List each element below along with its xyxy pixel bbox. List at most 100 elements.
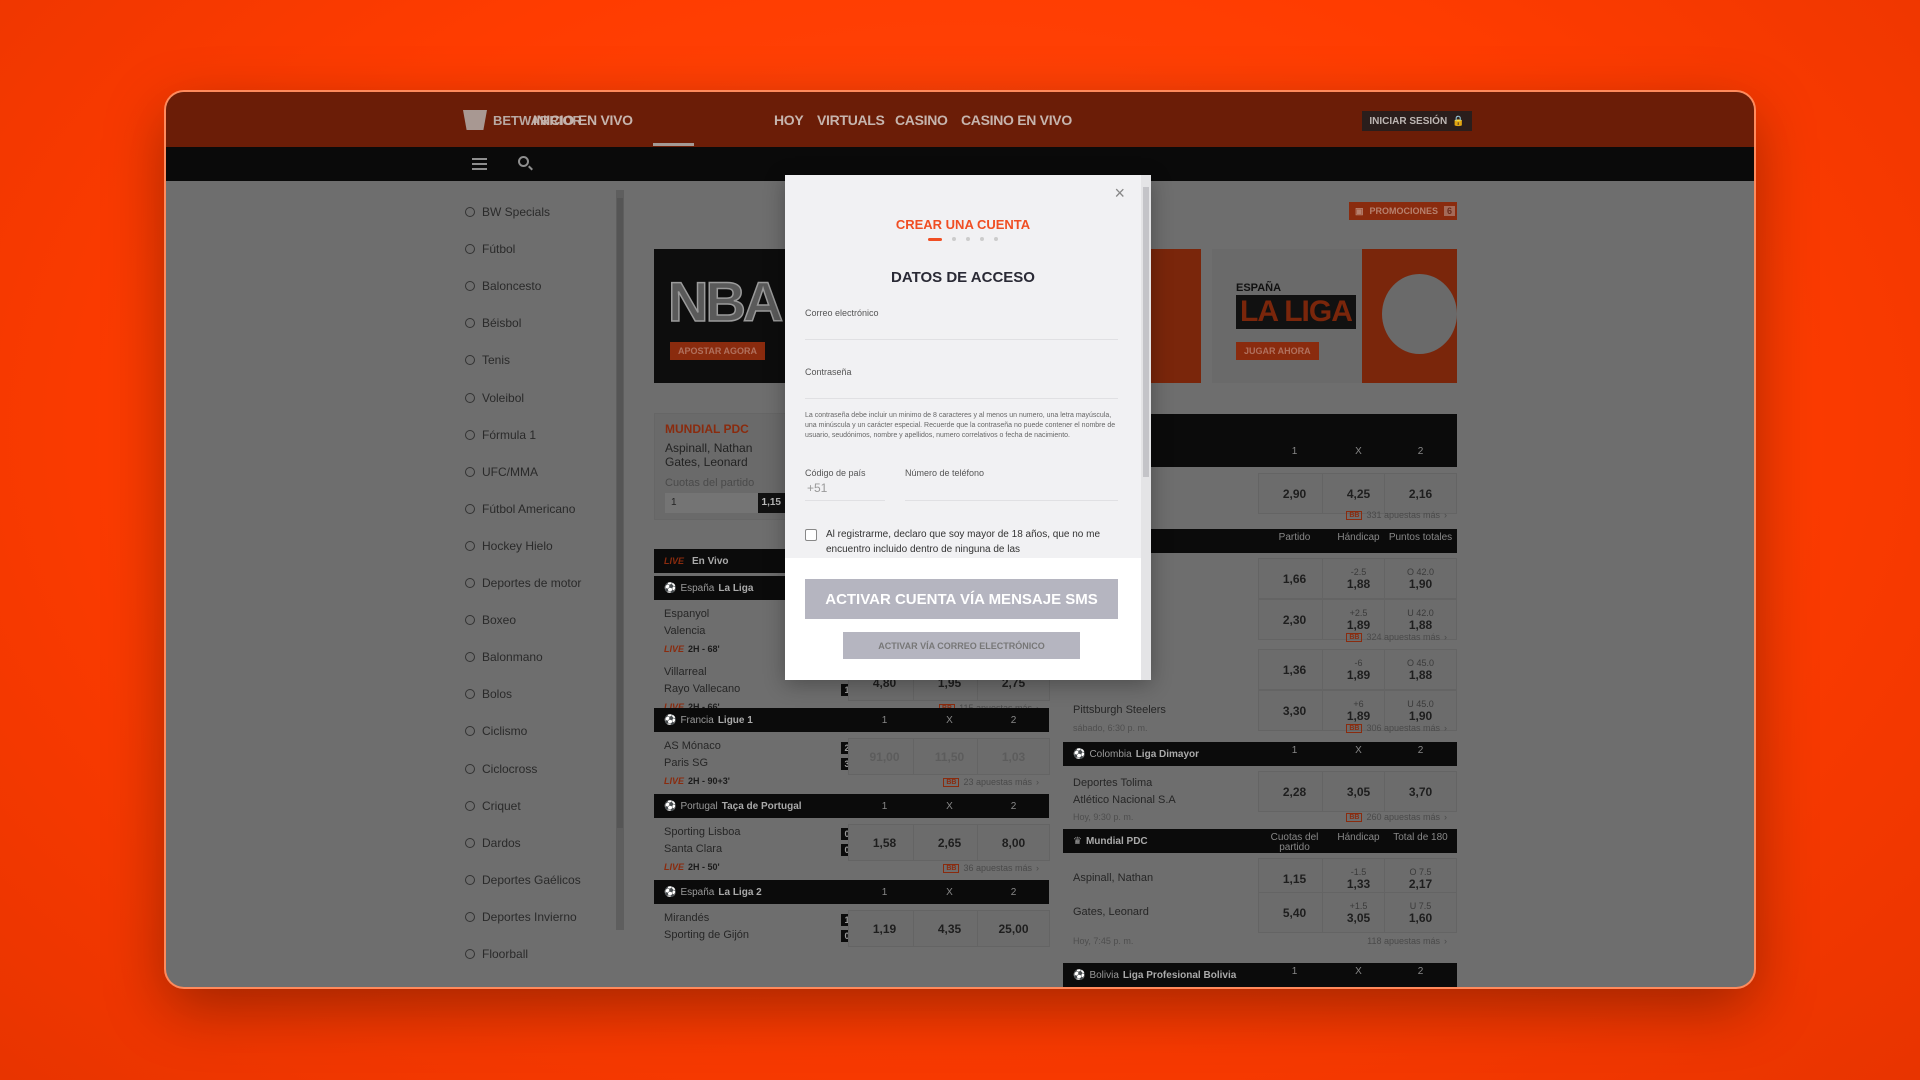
terms-text: Al registrarme, declaro que soy mayor de… <box>826 529 1101 555</box>
league-header[interactable]: ⚽ Colombia Liga Dimayor 1 X 2 <box>1063 742 1457 766</box>
league-name: Mundial PDC <box>1085 835 1148 847</box>
nba-banner[interactable]: NBA APOSTAR AGORA <box>654 249 794 383</box>
odds-button[interactable]: 2,28 <box>1258 771 1331 812</box>
nav-casino-en-vivo[interactable]: CASINO EN VIVO <box>961 112 1072 128</box>
sport-icon <box>465 911 475 922</box>
sidebar-item[interactable]: Criquet <box>465 799 521 813</box>
sport-icon <box>465 578 475 588</box>
password-input[interactable] <box>805 379 1118 399</box>
phone-input[interactable] <box>905 481 1118 501</box>
odds-button[interactable]: 1,19 <box>848 910 921 947</box>
terms-checkbox[interactable] <box>805 529 817 541</box>
sidebar-item[interactable]: Floorball <box>465 947 528 961</box>
odds-button[interactable]: 5,40 <box>1258 892 1331 933</box>
promo-count: 6 <box>1444 206 1456 216</box>
close-icon[interactable]: × <box>1114 183 1125 204</box>
more-bets-link[interactable]: BB 260 apuestas más › <box>1063 812 1447 822</box>
league-header[interactable]: ⚽ España La Liga 2 1 X 2 <box>654 880 1049 904</box>
sidebar-item[interactable]: Deportes Invierno <box>465 910 577 924</box>
sidebar-item[interactable]: Bolos <box>465 687 512 701</box>
sidebar-item-label: Baloncesto <box>482 279 542 294</box>
activate-email-button[interactable]: ACTIVAR VÍA CORREO ELECTRÓNICO <box>843 632 1080 659</box>
line-value: O 42.0 <box>1406 566 1435 577</box>
activate-sms-button[interactable]: ACTIVAR CUENTA VÍA MENSAJE SMS <box>805 579 1118 619</box>
league-header[interactable]: ♛ Mundial PDC Cuotas del partido Hándicap To… <box>1063 829 1457 853</box>
sidebar-item-label: Béisbol <box>482 316 522 331</box>
nav-en-vivo[interactable]: EN VIVO <box>578 112 633 128</box>
odd-value: 5,40 <box>1282 905 1307 920</box>
apostar-ahora-button[interactable]: APOSTAR AGORA <box>670 342 766 360</box>
email-input[interactable] <box>805 320 1118 340</box>
odds-button[interactable]: O 45.0 1,88 <box>1384 649 1457 690</box>
sidebar-item[interactable]: BW Specials <box>465 205 550 219</box>
more-bets-link[interactable]: 118 apuestas más › <box>1063 936 1447 946</box>
sidebar-item[interactable]: Béisbol <box>465 316 521 330</box>
sidebar-item[interactable]: Deportes de motor <box>465 576 581 590</box>
odd-value: 1,15 <box>757 493 785 513</box>
country-code-input[interactable]: +51 <box>805 481 885 501</box>
sidebar-item[interactable]: Fórmula 1 <box>465 428 536 442</box>
odds-button[interactable]: 2,65 <box>913 824 986 861</box>
sidebar-item[interactable]: Hockey Hielo <box>465 539 553 553</box>
sidebar-item[interactable]: Ciclocross <box>465 762 537 776</box>
sidebar-item[interactable]: Balonmano <box>465 650 543 664</box>
nav-inicio[interactable]: INICIO <box>533 112 574 128</box>
column-header: Puntos totales <box>1388 532 1453 543</box>
promotions-button[interactable]: ▣ PROMOCIONES 6 <box>1349 202 1457 220</box>
odds-button[interactable]: 1,36 <box>1258 649 1331 690</box>
nav-virtuals[interactable]: VIRTUALS <box>817 112 885 128</box>
search-icon[interactable] <box>518 156 529 167</box>
odds-button[interactable]: 1,58 <box>848 824 921 861</box>
odds-button[interactable]: U 7.5 1,60 <box>1384 892 1457 933</box>
odds-button[interactable]: 25,00 <box>977 910 1050 947</box>
more-bets-link[interactable]: BB 23 apuestas más › <box>654 777 1039 787</box>
odds-button[interactable]: 3,70 <box>1384 771 1457 812</box>
step-dot <box>952 237 956 241</box>
sport-icon <box>465 615 475 626</box>
pdc-card[interactable]: MUNDIAL PDC Aspinall, Nathan Gates, Leon… <box>654 413 794 520</box>
odd-value: 1,15 <box>1282 871 1307 886</box>
odds-button[interactable]: 4,35 <box>913 910 986 947</box>
odd-value: 1,90 <box>1408 708 1433 723</box>
odds-button[interactable]: 2,90 <box>1258 473 1331 514</box>
menu-icon[interactable] <box>472 163 487 165</box>
sidebar-item[interactable]: Deportes Gaélicos <box>465 873 581 887</box>
sidebar-item[interactable]: Voleibol <box>465 391 524 405</box>
modal-scrollbar[interactable] <box>1141 175 1151 680</box>
odds-button[interactable]: 1,66 <box>1258 558 1331 599</box>
pdc-title: MUNDIAL PDC <box>665 422 749 436</box>
sport-icon <box>465 281 475 292</box>
sport-icon <box>465 874 475 885</box>
more-bets-link[interactable]: BB 36 apuestas más › <box>654 863 1039 873</box>
sidebar-item[interactable]: Tenis <box>465 353 510 367</box>
laliga-banner[interactable]: ESPAÑA LA LIGA JUGAR AHORA <box>1212 249 1457 383</box>
sidebar-item[interactable]: Boxeo <box>465 613 516 627</box>
modal-title: CREAR UNA CUENTA <box>895 217 1031 232</box>
sidebar-scrollbar[interactable] <box>616 190 624 930</box>
sidebar-item[interactable]: Fútbol Americano <box>465 502 575 516</box>
sidebar-item[interactable]: Dardos <box>465 836 521 850</box>
column-header: 1 <box>881 800 888 812</box>
sidebar-item[interactable]: Baloncesto <box>465 279 541 293</box>
odds-button[interactable]: 8,00 <box>977 824 1050 861</box>
odd-selection[interactable]: 1 1,15 <box>665 493 785 513</box>
jugar-ahora-button[interactable]: JUGAR AHORA <box>1236 342 1319 360</box>
odds-button[interactable]: O 42.0 1,90 <box>1384 558 1457 599</box>
odds-label: Cuotas del partido <box>665 477 755 489</box>
league-header[interactable]: ⚽ Bolivia Liga Profesional Bolivia 1 X 2 <box>1063 963 1457 987</box>
login-button[interactable]: INICIAR SESIÓN 🔒 <box>1362 111 1472 131</box>
more-bets-link[interactable]: BB 306 apuestas más › <box>1063 723 1447 733</box>
odds-button: 1,03 <box>977 738 1050 775</box>
odd-value: 3,30 <box>1282 703 1307 718</box>
line-value: U 42.0 <box>1407 607 1434 618</box>
league-header[interactable]: ⚽ Portugal Taça de Portugal 1 X 2 <box>654 794 1049 818</box>
nav-hoy[interactable]: HOY <box>774 112 804 128</box>
nav-casino[interactable]: CASINO <box>895 112 948 128</box>
sidebar-item[interactable]: UFC/MMA <box>465 465 538 479</box>
sidebar-item[interactable]: Fútbol <box>465 242 515 256</box>
sidebar-item[interactable]: Ciclismo <box>465 724 527 738</box>
odds-button[interactable]: 2,16 <box>1384 473 1457 514</box>
premier-banner[interactable] <box>1151 249 1201 383</box>
league-header[interactable]: ⚽ Francia Ligue 1 1 X 2 <box>654 708 1049 732</box>
modal-footer: ACTIVAR CUENTA VÍA MENSAJE SMS ACTIVAR V… <box>785 558 1141 680</box>
